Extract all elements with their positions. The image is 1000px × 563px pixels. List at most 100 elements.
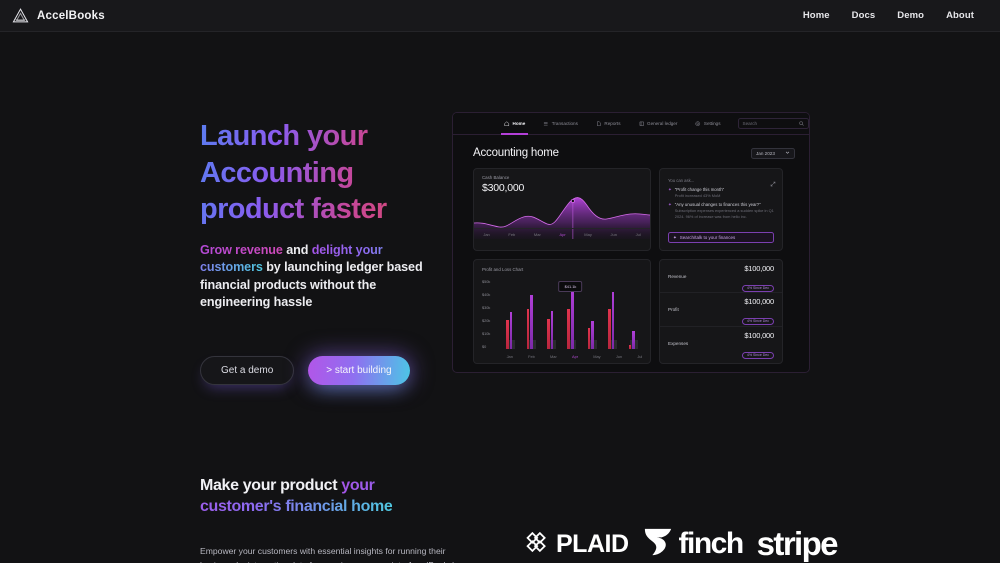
- book-icon: [639, 121, 645, 127]
- x-tick-jun: Jun: [610, 232, 617, 237]
- y-tick-0: $0: [482, 345, 487, 349]
- dashboard-search-input[interactable]: Search: [737, 117, 809, 130]
- start-building-button[interactable]: > start building: [308, 355, 410, 385]
- bar-group-feb[interactable]: [521, 283, 539, 349]
- profit-loss-title: Profit and Loss Chart: [482, 267, 524, 272]
- sparkle-icon: ✦: [668, 187, 672, 192]
- pl-x-tick-apr: Apr: [571, 354, 579, 359]
- dashboard-tab-reports[interactable]: Reports: [587, 113, 630, 135]
- get-a-demo-button[interactable]: Get a demo: [200, 355, 295, 385]
- nav-link-about[interactable]: About: [946, 10, 974, 21]
- profit-loss-tooltip: $41.1k: [558, 281, 583, 292]
- cash-balance-x-axis: Jan Feb Mar Apr May Jun Jul: [474, 232, 650, 239]
- dashboard-card-grid: Cash Balance $300,000 Jan Feb Mar Apr Ma…: [453, 159, 809, 364]
- date-range-selector[interactable]: Jan 2023: [751, 147, 795, 159]
- x-tick-jul: Jul: [635, 232, 641, 237]
- home-icon: [504, 121, 510, 127]
- metric-value-profit: $100,000: [744, 297, 774, 307]
- bar-group-jun[interactable]: [602, 283, 620, 349]
- x-tick-may: May: [584, 232, 592, 237]
- y-tick-40k: $40k: [482, 293, 491, 297]
- metric-row-revenue: Revenue $100,000 4% Since Dec: [660, 260, 782, 294]
- bar-group-jan[interactable]: [500, 283, 518, 349]
- profit-loss-plot: $50k $40k $30k $20k $10k $0 $41.1k: [482, 280, 642, 349]
- assistant-question-2[interactable]: ✦ "Any unusual changes to finances this …: [668, 202, 774, 219]
- pl-x-tick-mar: Mar: [550, 354, 557, 359]
- bar-profit-mar: [550, 310, 554, 349]
- dashboard-tab-settings[interactable]: Settings: [686, 113, 729, 135]
- assistant-search-input[interactable]: ✦ Search/talk to your finances: [668, 232, 774, 243]
- assistant-question-2-title: "Any unusual changes to finances this ye…: [674, 202, 761, 208]
- bar-profit-apr: [570, 289, 574, 349]
- list-icon: [543, 121, 549, 127]
- bar-profit-jan: [509, 312, 513, 349]
- nav-links: Home Docs Demo About: [803, 10, 974, 21]
- triangle-logo-icon: [12, 7, 29, 24]
- section-body-text: Empower your customers with essential in…: [200, 546, 454, 563]
- subhead-grow-revenue: Grow revenue: [200, 242, 283, 257]
- nav-link-docs[interactable]: Docs: [852, 10, 876, 21]
- logo-finch: finch: [643, 526, 744, 563]
- pl-x-tick-may: May: [593, 354, 601, 359]
- pl-x-tick-jul: Jul: [637, 354, 643, 359]
- x-tick-mar: Mar: [533, 232, 541, 237]
- bar-profit-jul: [632, 330, 635, 349]
- metric-value-revenue: $100,000: [744, 264, 774, 274]
- dashboard-tab-home[interactable]: Home: [495, 113, 534, 135]
- assistant-search-placeholder: Search/talk to your finances: [679, 235, 736, 240]
- bar-loss-feb: [526, 309, 530, 349]
- chevron-down-icon: [785, 150, 790, 156]
- page-title: Launch your Accounting product faster: [200, 118, 445, 228]
- bar-group-may[interactable]: [582, 283, 600, 349]
- section-title: Make your product your customer's financ…: [200, 475, 450, 517]
- assistant-hint: You can ask...: [668, 178, 695, 183]
- bar-profit-may: [591, 321, 594, 349]
- partner-logos: PLAID finch stripe: [520, 525, 839, 563]
- bar-group-apr[interactable]: $41.1k: [558, 281, 583, 349]
- profit-loss-y-axis: $50k $40k $30k $20k $10k $0: [482, 280, 497, 349]
- assistant-question-1-title: "Profit change this month": [674, 187, 725, 192]
- dashboard-tab-reports-label: Reports: [604, 121, 621, 126]
- hero-subheading: Grow revenue and delight your customers …: [200, 242, 445, 312]
- nav-link-home[interactable]: Home: [803, 10, 830, 21]
- dashboard-tab-settings-label: Settings: [703, 121, 721, 126]
- dashboard-tab-home-label: Home: [512, 121, 526, 126]
- bar-profit-jun: [611, 292, 615, 349]
- dashboard-tab-general-ledger[interactable]: General ledger: [630, 113, 687, 135]
- bar-loss-jan: [506, 319, 509, 349]
- pl-x-tick-jan: Jan: [506, 354, 513, 359]
- bar-loss-may: [587, 327, 591, 349]
- logo-stripe: stripe: [757, 525, 839, 563]
- y-tick-50k: $50k: [482, 280, 491, 284]
- assistant-question-2-answer: Subscription expenses experienced a sudd…: [674, 208, 774, 219]
- bar-loss-jun: [608, 309, 611, 349]
- x-tick-apr: Apr: [559, 232, 566, 237]
- hero-button-row: Get a demo > start building: [200, 355, 445, 385]
- finch-icon: [643, 526, 673, 563]
- nav-link-demo[interactable]: Demo: [897, 10, 924, 21]
- logo-plaid-text: PLAID: [556, 529, 629, 558]
- status-badge-expenses: 4% Since Dec: [742, 351, 774, 359]
- dashboard-tab-general-ledger-label: General ledger: [647, 121, 678, 126]
- bar-group-jul[interactable]: [623, 283, 641, 349]
- bar-loss-apr: [567, 309, 570, 349]
- pl-x-tick-feb: Feb: [528, 354, 535, 359]
- dashboard-title: Accounting home: [473, 147, 559, 159]
- value-prop-section: Make your product your customer's financ…: [200, 475, 1000, 563]
- headline-line-1: Launch your: [200, 120, 368, 152]
- expand-icon[interactable]: [770, 174, 776, 192]
- bar-group-mar[interactable]: [541, 283, 559, 349]
- x-tick-jan: Jan: [483, 232, 490, 237]
- profit-loss-card: Profit and Loss Chart $50k $40k $30k $20…: [473, 259, 651, 364]
- brand-name: AccelBooks: [37, 9, 105, 22]
- subhead-and: and: [282, 242, 312, 257]
- dashboard-tab-transactions[interactable]: Transactions: [534, 113, 587, 135]
- cash-balance-area-chart: Jan Feb Mar Apr May Jun Jul: [474, 193, 650, 239]
- headline-line-3: product faster: [200, 193, 387, 225]
- assistant-question-1[interactable]: ✦ "Profit change this month" Profit incr…: [668, 187, 774, 198]
- dashboard-header: Accounting home Jan 2023: [453, 135, 809, 159]
- date-range-value: Jan 2023: [756, 150, 775, 156]
- brand-logo[interactable]: AccelBooks: [12, 7, 105, 24]
- bar-loss-jul: [628, 345, 632, 349]
- metric-row-profit: Profit $100,000 4% Since Dec: [660, 293, 782, 327]
